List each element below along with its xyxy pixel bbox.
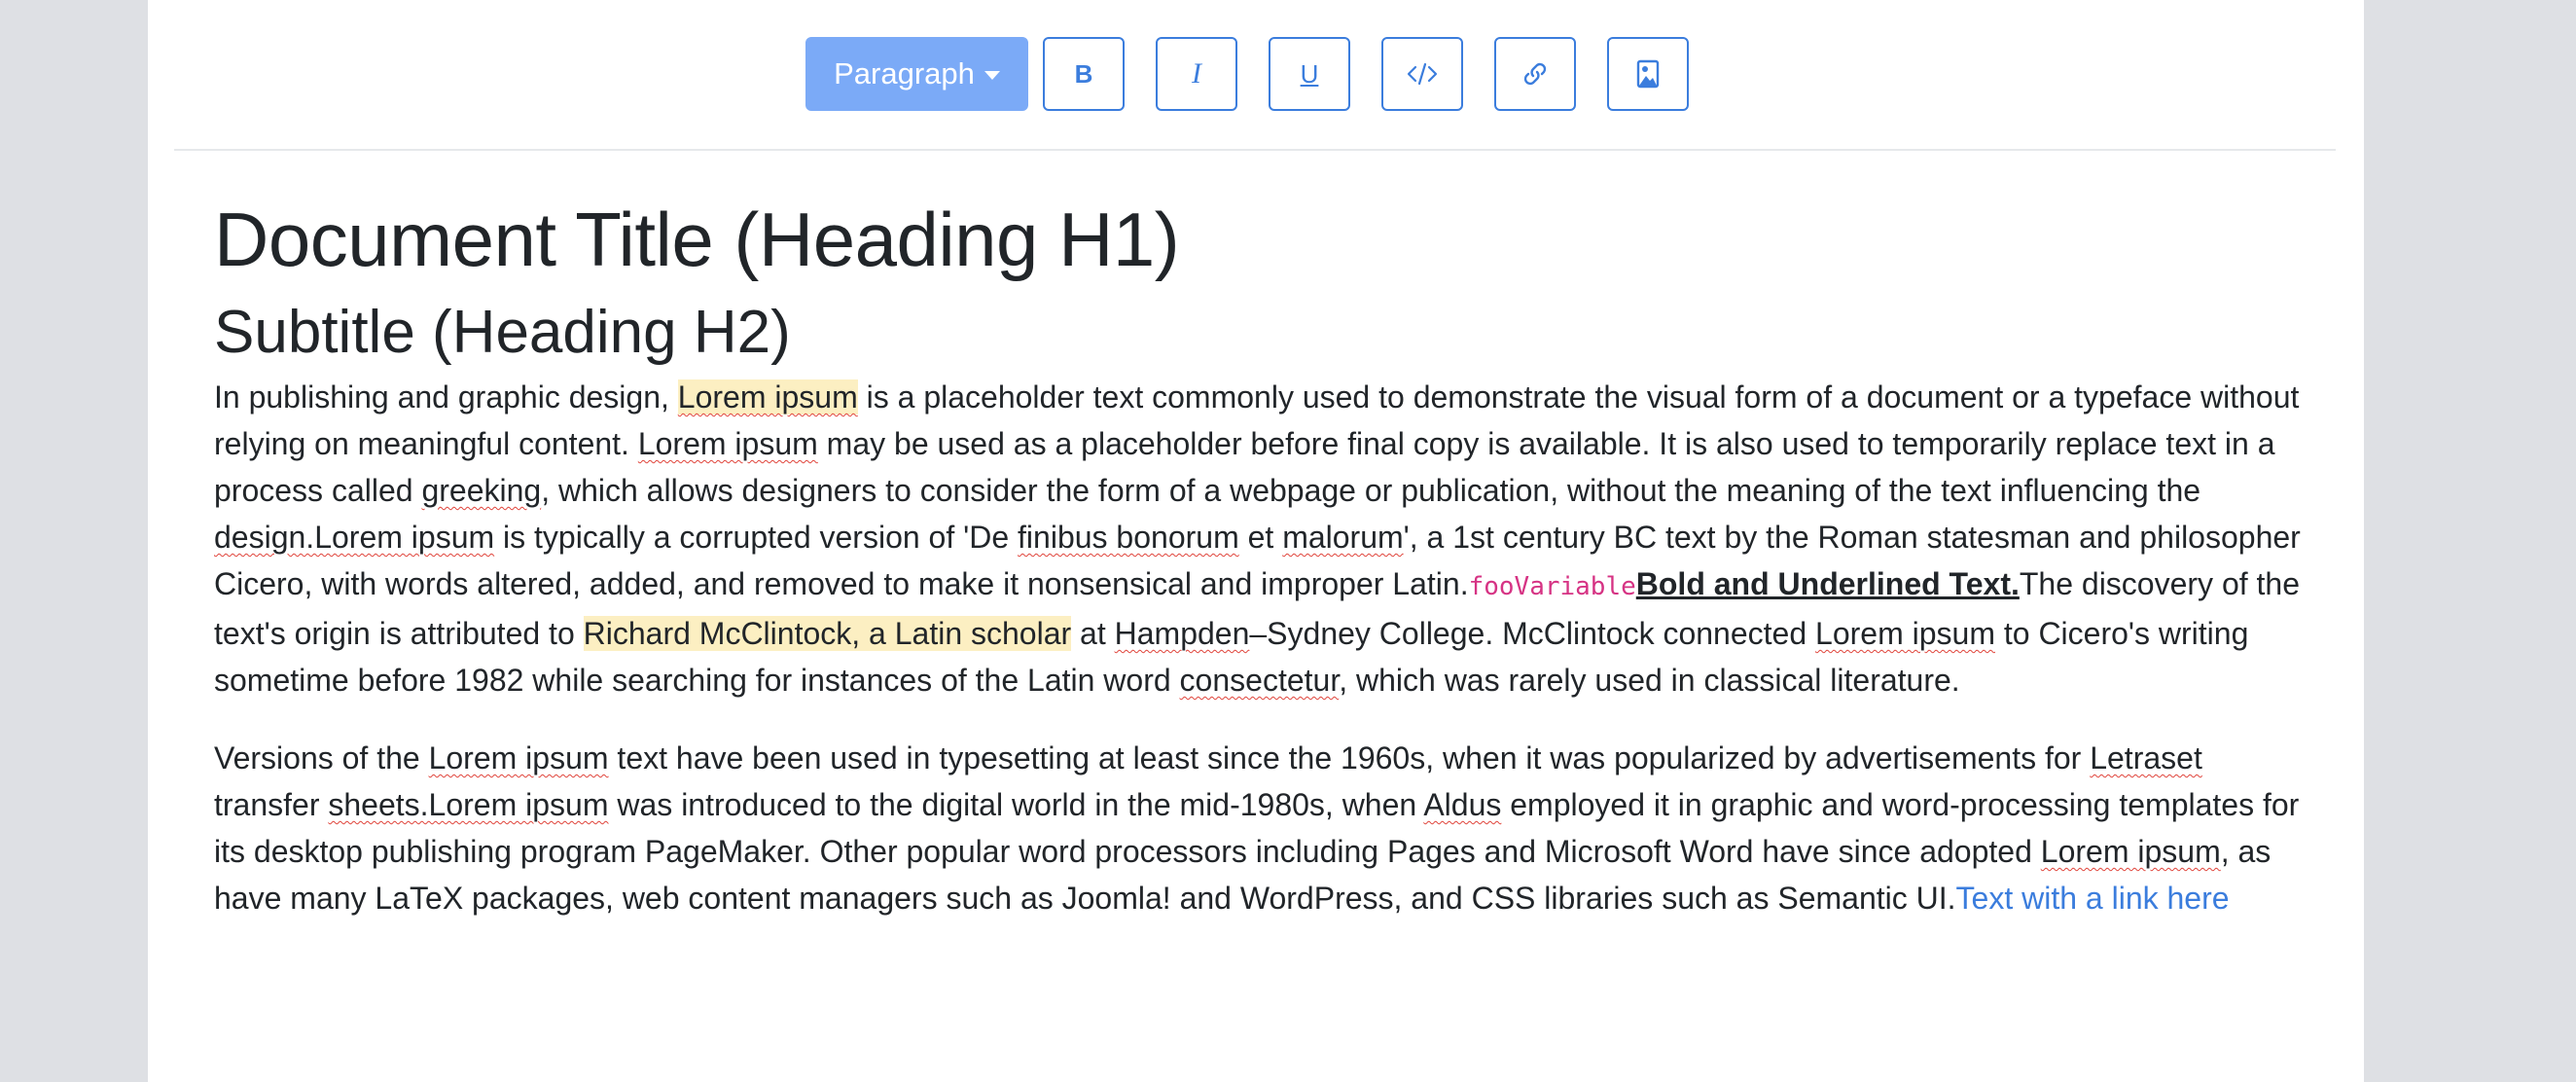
text-run: was introduced to the digital world in t… xyxy=(608,787,1424,822)
italic-icon: I xyxy=(1192,57,1201,90)
document-content[interactable]: Document Title (Heading H1) Subtitle (He… xyxy=(214,185,2306,953)
misspelled-word: Aldus xyxy=(1423,787,1502,822)
misspelled-word: Hampden xyxy=(1114,616,1250,651)
editor-toolbar: Paragraph B I U xyxy=(148,37,2364,111)
toolbar-divider xyxy=(174,149,2336,151)
text-run: , which was rarely used in classical lit… xyxy=(1339,663,1960,698)
misspelled-word: Lorem ipsum xyxy=(2040,834,2221,869)
link-icon xyxy=(1523,62,1547,86)
text-link[interactable]: Text with a link here xyxy=(1956,881,2230,916)
text-run: is typically a corrupted version of 'De xyxy=(494,520,1019,555)
text-run: Versions of the xyxy=(214,740,429,775)
misspelled-word: consectetur xyxy=(1179,663,1340,698)
link-button[interactable] xyxy=(1494,37,1576,111)
editor-panel: Paragraph B I U Document Title (Heading … xyxy=(148,0,2364,1082)
misspelled-word: greeking xyxy=(421,473,542,508)
misspelled-word: finibus bonorum xyxy=(1018,520,1239,555)
misspelled-word: Lorem ipsum xyxy=(637,426,818,461)
misspelled-word: malorum xyxy=(1282,520,1404,555)
bold-button[interactable]: B xyxy=(1043,37,1125,111)
caret-down-icon xyxy=(984,70,1000,80)
inline-code: fooVariable xyxy=(1468,572,1636,601)
document-subtitle-heading: Subtitle (Heading H2) xyxy=(214,299,791,366)
text-run: transfer xyxy=(214,787,329,822)
paragraph-format-label: Paragraph xyxy=(834,56,975,90)
paragraph-1: In publishing and graphic design, Lorem … xyxy=(214,374,2306,703)
underline-icon: U xyxy=(1300,59,1319,89)
italic-button[interactable]: I xyxy=(1156,37,1237,111)
misspelled-word: Lorem ipsum xyxy=(1815,616,1995,651)
image-icon xyxy=(1636,59,1660,89)
text-run: –Sydney College. McClintock connected xyxy=(1249,616,1816,651)
text-run: text have been used in typesetting at le… xyxy=(608,740,2091,775)
text-run: In publishing and graphic design, xyxy=(214,379,678,415)
misspelled-word: Letraset xyxy=(2090,740,2202,775)
highlighted-text: Lorem ipsum xyxy=(677,379,858,415)
document-title-heading: Document Title (Heading H1) xyxy=(214,197,1180,282)
code-button[interactable] xyxy=(1381,37,1463,111)
misspelled-word: Lorem ipsum xyxy=(428,740,609,775)
text-run: et xyxy=(1238,520,1283,555)
code-icon xyxy=(1407,62,1438,86)
bold-underlined-text: Bold and Underlined Text. xyxy=(1635,566,2020,601)
misspelled-word: design.Lorem ipsum xyxy=(214,520,495,555)
paragraph-format-dropdown[interactable]: Paragraph xyxy=(805,37,1028,111)
text-run: at xyxy=(1071,616,1115,651)
underline-button[interactable]: U xyxy=(1269,37,1350,111)
paragraph-2: Versions of the Lorem ipsum text have be… xyxy=(214,735,2306,921)
highlighted-text: Richard McClintock, a Latin scholar xyxy=(583,616,1072,651)
bold-icon: B xyxy=(1074,59,1093,89)
misspelled-word: sheets.Lorem ipsum xyxy=(328,787,609,822)
image-button[interactable] xyxy=(1607,37,1689,111)
text-run: , which allows designers to consider the… xyxy=(541,473,2201,508)
